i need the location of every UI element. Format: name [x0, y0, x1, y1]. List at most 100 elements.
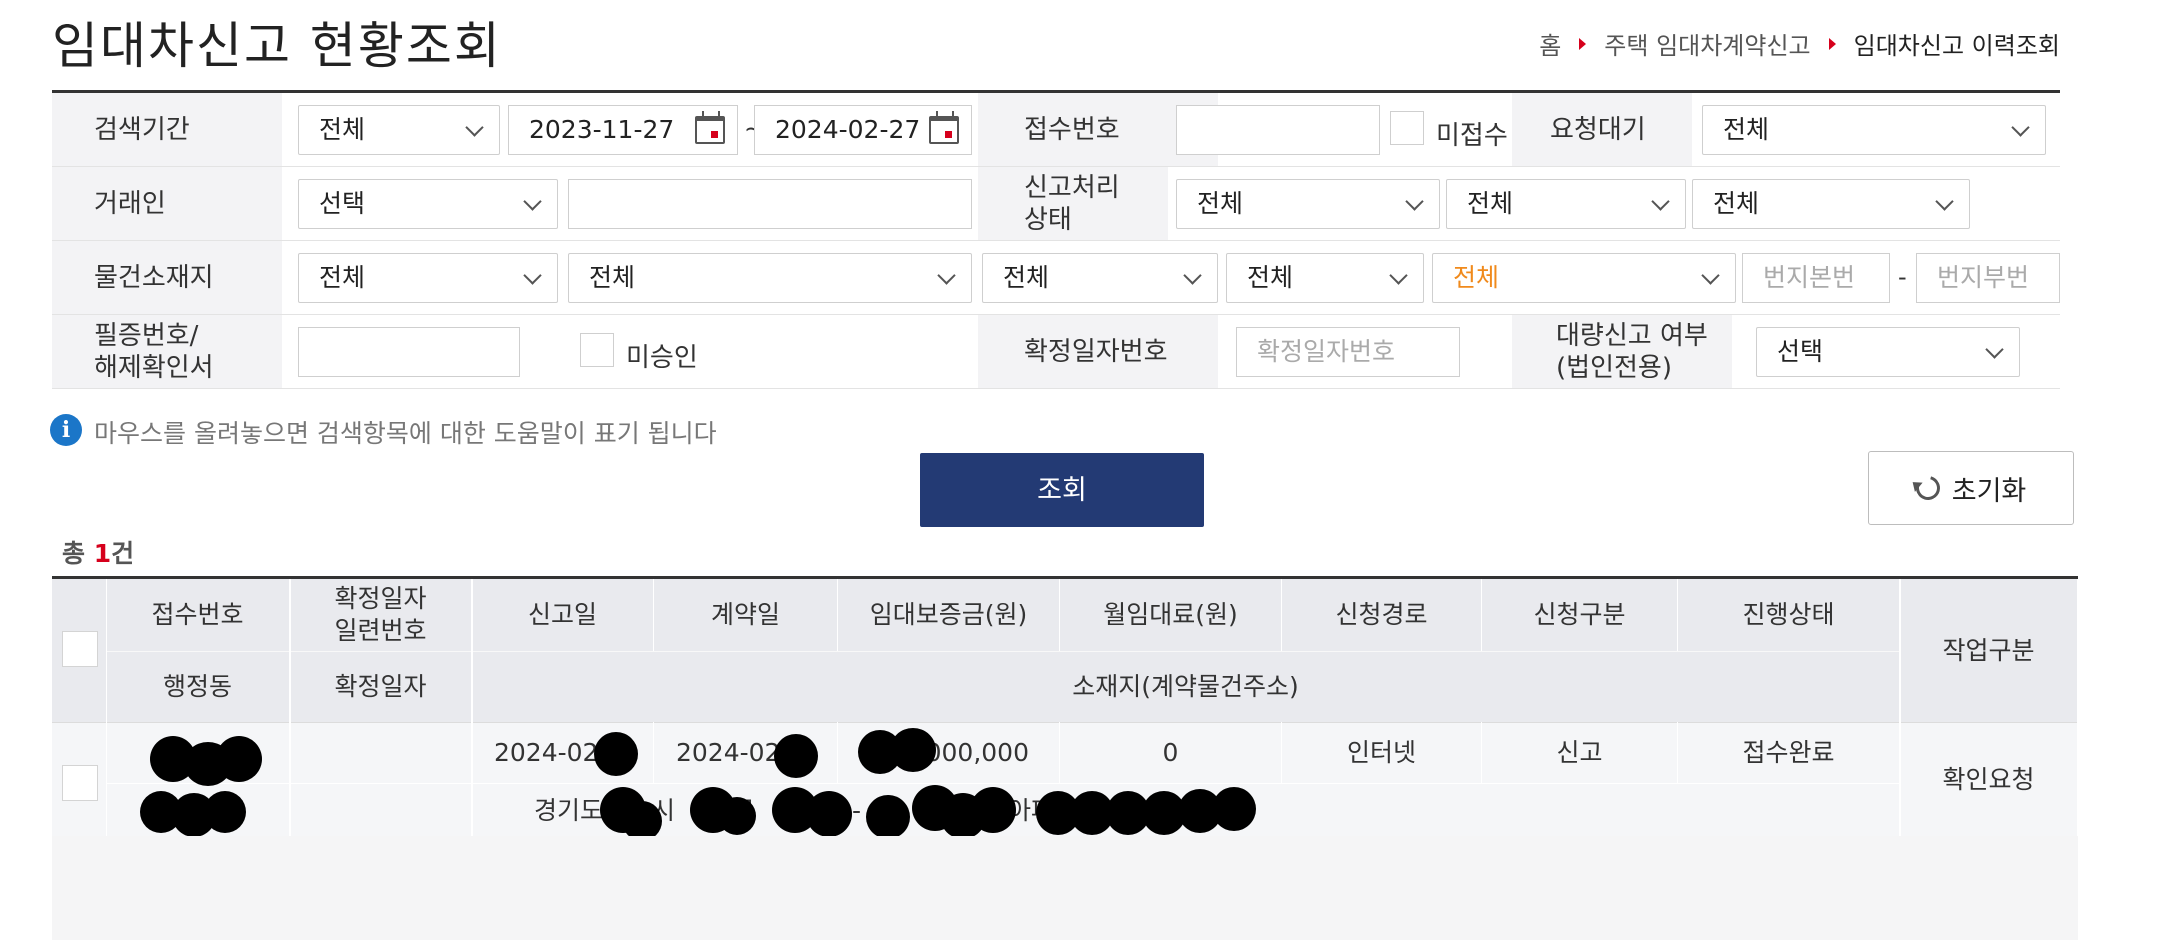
chevron-down-icon	[1701, 266, 1720, 285]
cell-report-date: 2024-02-	[472, 722, 654, 783]
report-status-select-2[interactable]: 전체	[1446, 179, 1686, 229]
location-4-value: 전체	[1247, 263, 1294, 292]
unreceived-label: 미접수	[1436, 121, 1508, 151]
location-select-2[interactable]: 전체	[568, 253, 972, 303]
chevron-down-icon	[1183, 266, 1202, 285]
location-select-1[interactable]: 전체	[298, 253, 558, 303]
header-monthly-rent[interactable]: 월임대료(원)	[1060, 579, 1282, 651]
location-3-value: 전체	[1003, 263, 1050, 292]
header-work: 작업구분	[1900, 579, 2078, 722]
report-status-select-1[interactable]: 전체	[1176, 179, 1440, 229]
search-row-location: 물건소재지 전체 전체 전체 전체 전체 번지본번 - 번지부번	[52, 241, 2060, 315]
header-report-date[interactable]: 신고일	[472, 579, 654, 651]
header-address: 소재지(계약물건주소)	[472, 651, 1900, 722]
chevron-down-icon	[1405, 192, 1424, 211]
search-row-certificate: 필증번호/ 해제확인서 미승인 확정일자번호 확정일자번호 대량신고 여부 (법…	[52, 315, 2060, 389]
header-status[interactable]: 진행상태	[1678, 579, 1900, 651]
trader-select-value: 선택	[319, 189, 366, 218]
search-button[interactable]: 조회	[920, 453, 1204, 527]
reset-label: 초기화	[1951, 475, 2027, 506]
unapproved-checkbox[interactable]	[580, 333, 614, 367]
cell-admin-dong	[106, 783, 290, 838]
period-select[interactable]: 전체	[298, 105, 500, 155]
cell-confirm-date	[290, 783, 472, 838]
report-status-label-line2: 상태	[1024, 205, 1072, 235]
header-contract-date[interactable]: 계약일	[654, 579, 838, 651]
page-title: 임대차신고 현황조회	[52, 17, 502, 75]
header-confirm-date[interactable]: 확정일자	[290, 651, 472, 722]
breadcrumb-arrow-icon	[1579, 37, 1587, 50]
reset-button[interactable]: 초기화	[1868, 451, 2074, 525]
location-select-3[interactable]: 전체	[982, 253, 1218, 303]
address-part-province: 경기도	[534, 796, 604, 825]
chevron-down-icon	[1935, 192, 1954, 211]
receipt-no-label: 접수번호	[1024, 115, 1120, 145]
redaction-mark	[718, 797, 756, 835]
header-route[interactable]: 신청경로	[1282, 579, 1482, 651]
header-confirm-serial[interactable]: 확정일자 일련번호	[290, 579, 472, 651]
date-to-value: 2024-02-27	[775, 115, 921, 144]
calendar-icon[interactable]	[929, 111, 959, 144]
cell-receipt-no[interactable]	[106, 722, 290, 786]
report-status-label-line1: 신고처리	[1024, 173, 1120, 203]
chevron-down-icon	[523, 192, 542, 211]
unreceived-checkbox[interactable]	[1390, 111, 1424, 145]
request-wait-label: 요청대기	[1550, 115, 1646, 145]
breadcrumb-home[interactable]: 홈	[1539, 26, 1561, 61]
confirm-no-input[interactable]: 확정일자번호	[1236, 327, 1460, 377]
cell-deposit: 000,000	[838, 722, 1060, 783]
search-row-period: 검색기간 전체 2023-11-27 ~ 2024-02-27 접수번호 미접수…	[52, 93, 2060, 167]
chevron-down-icon	[937, 266, 956, 285]
trader-input[interactable]	[568, 179, 972, 229]
header-deposit[interactable]: 임대보증금(원)	[838, 579, 1060, 651]
bulk-label-line1: 대량신고 여부	[1556, 321, 1708, 351]
total-number: 1	[93, 539, 112, 568]
location-select-4[interactable]: 전체	[1226, 253, 1424, 303]
breadcrumb-lease-report[interactable]: 주택 임대차계약신고	[1604, 26, 1810, 61]
period-label: 검색기간	[94, 115, 190, 145]
report-status-select-3[interactable]: 전체	[1692, 179, 1970, 229]
header-admin-dong[interactable]: 행정동	[106, 651, 290, 722]
cert-label-line2: 해제확인서	[94, 353, 214, 383]
bulk-label-line2: (법인전용)	[1556, 353, 1672, 383]
select-all-checkbox[interactable]	[62, 631, 98, 667]
breadcrumb: 홈 주택 임대차계약신고 임대차신고 이력조회	[1539, 26, 2060, 61]
trader-label: 거래인	[94, 189, 166, 219]
date-from-input[interactable]: 2023-11-27	[508, 105, 738, 155]
lot-sub-input[interactable]: 번지부번	[1916, 253, 2060, 303]
redaction-mark	[806, 791, 852, 837]
cell-monthly-rent: 0	[1060, 722, 1282, 783]
row-checkbox[interactable]	[62, 765, 98, 801]
receipt-no-input[interactable]	[1176, 105, 1380, 155]
bulk-report-select[interactable]: 선택	[1756, 327, 2020, 377]
cell-address: 경기도 시 구 - 아파	[472, 783, 1900, 841]
bulk-report-value: 선택	[1777, 337, 1824, 366]
result-table: 접수번호 확정일자 일련번호 신고일 계약일 임대보증금(원) 월임대료(원) …	[52, 576, 2078, 841]
header-receipt-no[interactable]: 접수번호	[106, 579, 290, 651]
location-1-value: 전체	[319, 263, 366, 292]
info-icon: i	[50, 414, 82, 446]
column-divider	[472, 579, 473, 838]
calendar-icon[interactable]	[695, 111, 725, 144]
search-row-trader: 거래인 선택 신고처리 상태 전체 전체 전체	[52, 167, 2060, 241]
cert-no-input[interactable]	[298, 327, 520, 377]
address-part-dash: -	[852, 796, 862, 825]
location-select-5[interactable]: 전체	[1432, 253, 1736, 303]
header-type[interactable]: 신청구분	[1482, 579, 1678, 651]
table-empty-area	[52, 836, 2078, 940]
location-label: 물건소재지	[94, 263, 214, 293]
total-prefix: 총	[62, 539, 94, 568]
lot-main-input[interactable]: 번지본번	[1742, 253, 1890, 303]
column-divider	[106, 579, 107, 838]
chevron-down-icon	[1389, 266, 1408, 285]
cell-work[interactable]: 확인요청	[1900, 722, 2078, 838]
chevron-down-icon	[523, 266, 542, 285]
redaction-mark	[890, 728, 936, 772]
request-wait-select[interactable]: 전체	[1702, 105, 2046, 155]
redaction-mark	[970, 787, 1016, 833]
date-to-input[interactable]: 2024-02-27	[754, 105, 972, 155]
unapproved-label: 미승인	[626, 343, 698, 373]
label-cell	[52, 167, 282, 240]
help-text: 마우스를 올려놓으면 검색항목에 대한 도움말이 표기 됩니다	[94, 419, 717, 448]
trader-select[interactable]: 선택	[298, 179, 558, 229]
